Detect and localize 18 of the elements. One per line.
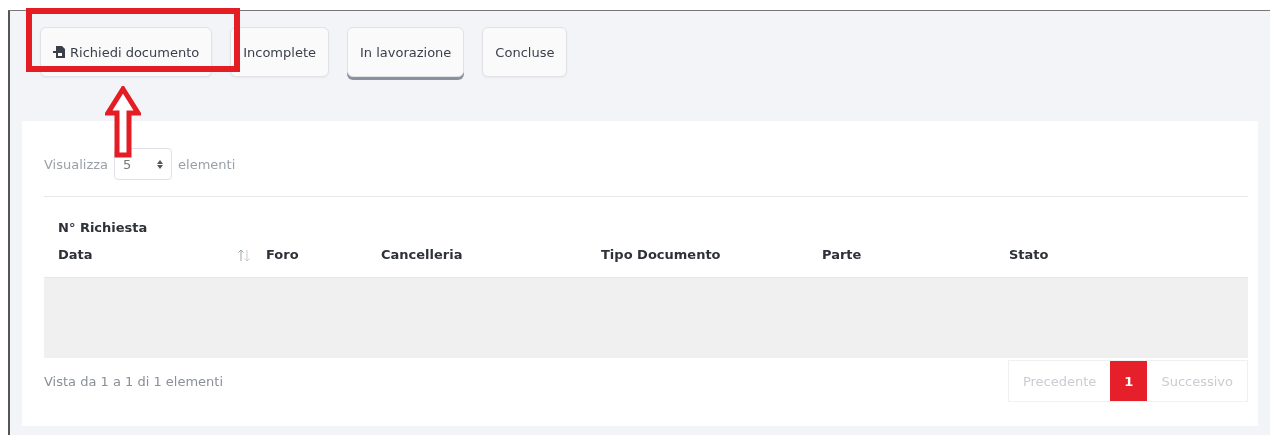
table-info: Vista da 1 a 1 di 1 elementi — [44, 373, 224, 389]
filter-tab[interactable]: Incomplete — [230, 27, 329, 77]
column-header: Parte — [822, 247, 862, 262]
column-header: Stato — [1009, 247, 1049, 262]
elements-label: elementi — [178, 156, 236, 172]
document-icon — [53, 45, 66, 59]
page-length-select[interactable]: 5 — [114, 148, 173, 180]
column-header: Foro — [266, 247, 299, 262]
pager-button[interactable]: 1 — [1110, 361, 1148, 401]
column-header: Cancelleria — [381, 247, 463, 262]
column-header[interactable]: Data — [58, 247, 148, 262]
show-label: Visualizza — [44, 156, 109, 172]
filter-tab[interactable]: Concluse — [482, 27, 568, 77]
sort-caret-icon — [157, 159, 164, 169]
column-header[interactable]: N° Richiesta — [58, 220, 148, 235]
sort-icon[interactable] — [238, 249, 250, 262]
column-header: Tipo Documento — [601, 247, 721, 262]
filter-tab[interactable]: In lavorazione — [347, 27, 465, 77]
